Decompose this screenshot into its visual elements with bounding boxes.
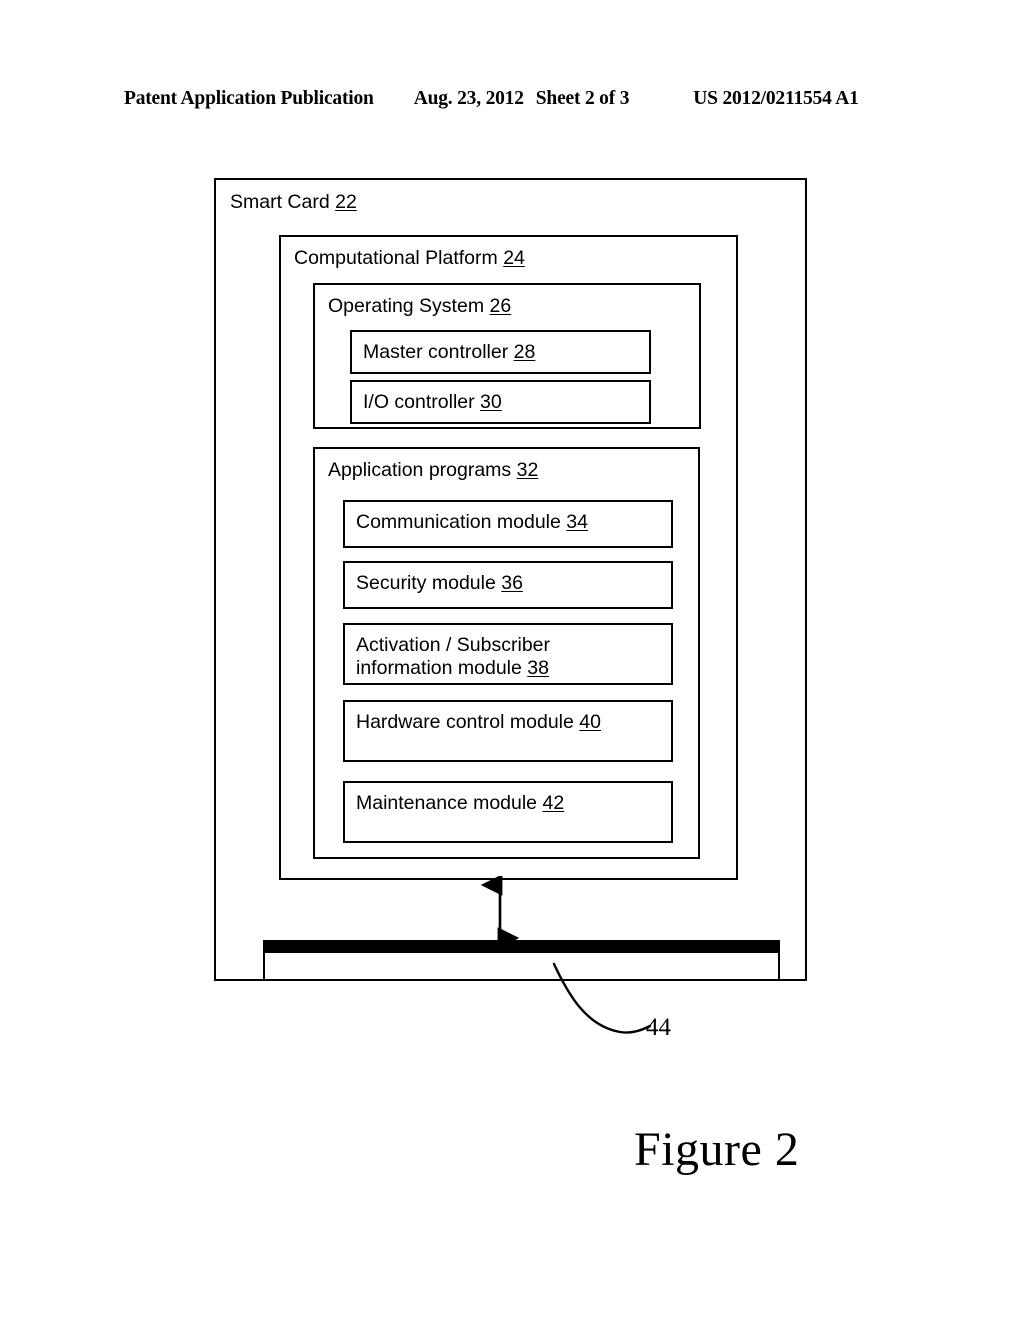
- hardware-control-module-box: Hardware control module 40: [343, 700, 673, 762]
- hardware-control-module-label: Hardware control module 40: [356, 711, 601, 734]
- operating-system-label: Operating System 26: [328, 295, 511, 318]
- security-module-label: Security module 36: [356, 572, 523, 595]
- operating-system-box: Operating System 26 Master controller 28…: [313, 283, 701, 429]
- reference-numeral-44: 44: [646, 1014, 671, 1041]
- smart-card-ref: 22: [335, 191, 357, 213]
- master-controller-label-text: Master controller: [363, 341, 509, 363]
- contact-strip: [263, 940, 780, 953]
- communication-module-label-text: Communication module: [356, 511, 561, 533]
- bidirectional-arrow-icon: [480, 876, 520, 946]
- master-controller-ref: 28: [513, 341, 536, 363]
- security-module-label-text: Security module: [356, 572, 496, 594]
- computational-platform-ref: 24: [503, 247, 525, 269]
- figure-caption: Figure 2: [634, 1123, 800, 1176]
- smart-card-label: Smart Card 22: [230, 191, 357, 214]
- smart-card-label-text: Smart Card: [230, 191, 330, 213]
- activation-subscriber-information-module-box: Activation / Subscriber information modu…: [343, 623, 673, 685]
- operating-system-ref: 26: [489, 295, 512, 317]
- maintenance-module-label: Maintenance module 42: [356, 792, 564, 815]
- application-programs-label-text: Application programs: [328, 459, 512, 481]
- master-controller-label: Master controller 28: [363, 341, 535, 364]
- hardware-control-module-ref: 40: [579, 711, 601, 733]
- computational-platform-label-text: Computational Platform: [294, 247, 498, 269]
- activation-subscriber-information-module-label-text: Activation / Subscriber information modu…: [356, 634, 551, 679]
- communication-module-box: Communication module 34: [343, 500, 673, 548]
- io-controller-label: I/O controller 30: [363, 391, 502, 414]
- application-programs-box: Application programs 32 Communication mo…: [313, 447, 700, 859]
- security-module-ref: 36: [501, 572, 523, 594]
- maintenance-module-ref: 42: [542, 792, 565, 814]
- figure-2-diagram: Smart Card 22 Computational Platform 24 …: [0, 0, 1024, 1320]
- leader-line-44: [552, 962, 652, 1034]
- computational-platform-box: Computational Platform 24 Operating Syst…: [279, 235, 738, 880]
- io-controller-ref: 30: [480, 391, 502, 413]
- application-programs-label: Application programs 32: [328, 459, 538, 482]
- security-module-box: Security module 36: [343, 561, 673, 609]
- communication-module-ref: 34: [566, 511, 588, 533]
- io-controller-box: I/O controller 30: [350, 380, 651, 424]
- communication-module-label: Communication module 34: [356, 511, 588, 534]
- master-controller-box: Master controller 28: [350, 330, 651, 374]
- maintenance-module-label-text: Maintenance module: [356, 792, 538, 814]
- hardware-control-module-label-text: Hardware control module: [356, 711, 574, 733]
- activation-subscriber-information-module-label: Activation / Subscriber information modu…: [356, 634, 636, 680]
- maintenance-module-box: Maintenance module 42: [343, 781, 673, 843]
- operating-system-label-text: Operating System: [328, 295, 485, 317]
- io-controller-label-text: I/O controller: [363, 391, 475, 413]
- activation-subscriber-information-module-ref: 38: [527, 657, 549, 679]
- application-programs-ref: 32: [516, 459, 539, 481]
- computational-platform-label: Computational Platform 24: [294, 247, 525, 270]
- smart-card-box: Smart Card 22 Computational Platform 24 …: [214, 178, 807, 981]
